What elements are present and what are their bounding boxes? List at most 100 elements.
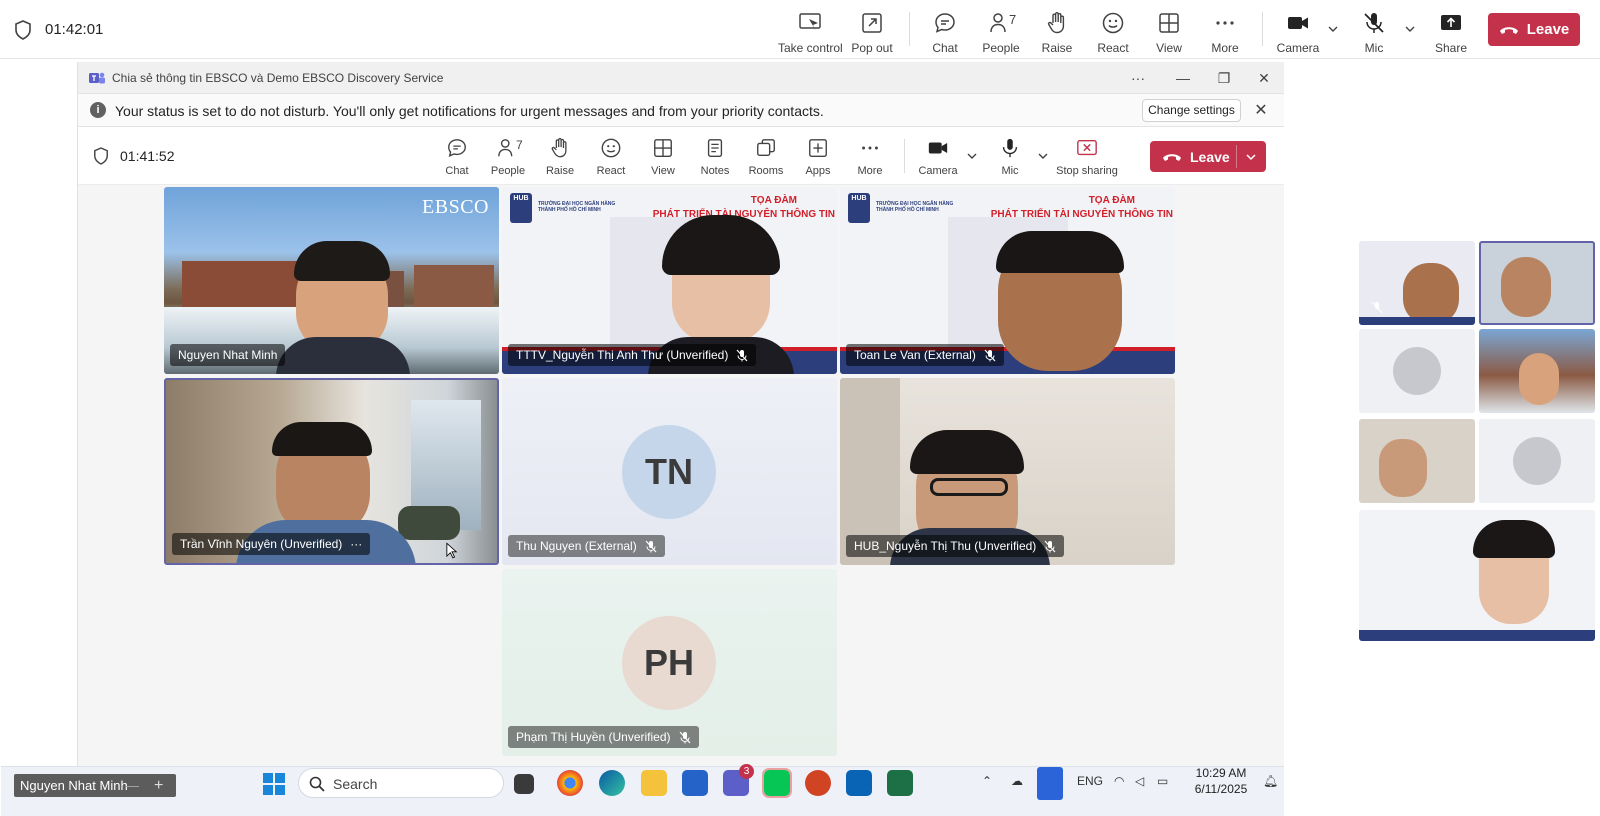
battery-icon[interactable]: ▭ bbox=[1157, 774, 1168, 788]
add-apps-icon bbox=[809, 139, 827, 157]
pop-out-icon bbox=[862, 13, 882, 33]
grid-view-icon bbox=[654, 139, 672, 157]
side-thumbnail-6[interactable] bbox=[1479, 419, 1595, 503]
mic-muted-icon bbox=[1364, 13, 1384, 33]
breakout-rooms-icon bbox=[757, 139, 775, 157]
share-button[interactable]: Share bbox=[1419, 8, 1483, 55]
leave-options-chevron-down-icon[interactable] bbox=[1244, 150, 1258, 164]
inner-notes-button[interactable]: Notes bbox=[687, 135, 743, 181]
window-minimize-button[interactable]: — bbox=[1169, 66, 1197, 90]
inner-mic-button[interactable]: Mic bbox=[982, 135, 1038, 181]
participant-name-label: HUB_Nguyễn Thị Thu (Unverified) bbox=[846, 535, 1065, 557]
window-maximize-button[interactable]: ❐ bbox=[1210, 66, 1238, 90]
taskbar-search-box[interactable]: Search bbox=[298, 768, 504, 798]
avatar: PH bbox=[622, 616, 716, 710]
tray-mic-active-icon[interactable] bbox=[1037, 767, 1063, 800]
teams-badge: 3 bbox=[739, 764, 754, 779]
inner-people-button[interactable]: 7 People bbox=[480, 135, 536, 181]
tray-chevron-up-icon[interactable]: ⌃ bbox=[982, 774, 992, 788]
teams-icon[interactable]: 3 bbox=[723, 764, 754, 796]
more-dots-icon bbox=[862, 146, 878, 150]
side-thumbnail-2[interactable] bbox=[1479, 241, 1595, 325]
window-title: Chia sẻ thông tin EBSCO và Demo EBSCO Di… bbox=[112, 71, 444, 85]
toolbar-divider bbox=[1262, 12, 1263, 46]
participant-tile-nguyen-nhat-minh[interactable]: EBSCO Nguyen Nhat Minh bbox=[164, 187, 499, 374]
inner-camera-button[interactable]: Camera bbox=[910, 135, 966, 181]
windows-start-icon[interactable] bbox=[263, 773, 285, 795]
language-indicator[interactable]: ENG bbox=[1077, 774, 1103, 788]
ebsco-logo: EBSCO bbox=[422, 196, 489, 218]
take-control-icon bbox=[799, 13, 821, 31]
people-button[interactable]: 7 People bbox=[969, 8, 1033, 55]
side-thumbnail-3[interactable] bbox=[1359, 329, 1475, 413]
inner-react-button[interactable]: React bbox=[583, 135, 639, 181]
store-icon[interactable] bbox=[682, 770, 708, 796]
window-close-button[interactable]: ✕ bbox=[1250, 66, 1278, 90]
inner-people-count: 7 bbox=[516, 138, 523, 152]
chat-icon bbox=[935, 13, 955, 33]
glasses bbox=[930, 478, 1008, 496]
video-grid: EBSCO Nguyen Nhat Minh HUB TRƯỜNG ĐẠI HỌC… bbox=[78, 185, 1284, 766]
raise-hand-button[interactable]: Raise bbox=[1025, 8, 1089, 55]
line-icon[interactable] bbox=[762, 768, 792, 798]
taskbar-clock[interactable]: 10:29 AM 6/11/2025 bbox=[1189, 765, 1253, 797]
inner-leave-button[interactable]: Leave bbox=[1150, 141, 1266, 172]
windows-taskbar: Nguyen Nhat Minh — + Search 3 ⌃ ☁ ENG ◠ ◁ … bbox=[1, 764, 1284, 816]
edge-icon[interactable] bbox=[599, 770, 625, 796]
inner-apps-button[interactable]: Apps bbox=[790, 135, 846, 181]
leave-button[interactable]: Leave bbox=[1488, 13, 1580, 46]
inner-chat-button[interactable]: Chat bbox=[429, 135, 485, 181]
cloud-icon[interactable]: ☁ bbox=[1011, 774, 1023, 788]
shield-icon bbox=[15, 20, 31, 40]
inner-rooms-button[interactable]: Rooms bbox=[738, 135, 794, 181]
change-settings-button[interactable]: Change settings bbox=[1142, 99, 1241, 122]
participant-more-options[interactable]: ··· bbox=[350, 533, 362, 555]
camera-button[interactable]: Camera bbox=[1266, 8, 1330, 55]
notes-icon bbox=[707, 139, 723, 157]
inner-more-button[interactable]: More bbox=[842, 135, 898, 181]
task-view-icon[interactable] bbox=[514, 774, 534, 794]
mic-button[interactable]: Mic bbox=[1342, 8, 1406, 55]
window-more-button[interactable]: ··· bbox=[1124, 66, 1152, 90]
participant-tile-anh-thu[interactable]: HUB TRƯỜNG ĐẠI HỌC NGÂN HÀNG THÀNH PHỐ HỒ… bbox=[502, 187, 837, 374]
info-icon: i bbox=[90, 102, 106, 118]
camera-icon bbox=[1288, 17, 1308, 29]
side-thumbnail-5[interactable] bbox=[1359, 419, 1475, 503]
powerpoint-icon[interactable] bbox=[805, 770, 831, 796]
excel-icon[interactable] bbox=[887, 770, 913, 796]
participant-tile-pham-thi-huyen[interactable]: PH Phạm Thị Huyền (Unverified) bbox=[502, 569, 837, 756]
wifi-icon[interactable]: ◠ bbox=[1114, 774, 1124, 788]
chrome-icon[interactable] bbox=[557, 770, 583, 796]
outlook-icon[interactable] bbox=[846, 770, 872, 796]
participant-tile-tran-vinh-nguyen[interactable]: Trần Vĩnh Nguyên (Unverified) ··· bbox=[164, 378, 499, 565]
side-shared-slide-thumbnail[interactable] bbox=[1359, 510, 1595, 641]
search-icon bbox=[309, 776, 325, 792]
react-button[interactable]: React bbox=[1081, 8, 1145, 55]
window-title-bar: Chia sẻ thông tin EBSCO và Demo EBSCO Di… bbox=[78, 62, 1284, 94]
inner-view-button[interactable]: View bbox=[635, 135, 691, 181]
mic-muted-icon bbox=[645, 540, 657, 552]
banner-close-icon[interactable]: ✕ bbox=[1251, 101, 1271, 121]
camera-options-chevron-down-icon[interactable] bbox=[1326, 22, 1340, 36]
mouse-cursor-icon bbox=[446, 542, 458, 559]
chat-button[interactable]: Chat bbox=[913, 8, 977, 55]
pop-out-button[interactable]: Pop out bbox=[840, 8, 904, 55]
inner-camera-chevron-down-icon[interactable] bbox=[965, 149, 979, 163]
side-thumbnail-1[interactable] bbox=[1359, 241, 1475, 325]
inner-mic-chevron-down-icon[interactable] bbox=[1036, 149, 1050, 163]
more-button[interactable]: More bbox=[1193, 8, 1257, 55]
volume-icon[interactable]: ◁ bbox=[1135, 774, 1144, 788]
camera-icon bbox=[928, 142, 948, 154]
notification-bell-icon[interactable]: 🔔︎ bbox=[1263, 774, 1278, 788]
side-thumbnail-4[interactable] bbox=[1479, 329, 1595, 413]
stop-sharing-button[interactable]: Stop sharing bbox=[1052, 135, 1122, 181]
file-explorer-icon[interactable] bbox=[641, 770, 667, 796]
participant-tile-thu-nguyen[interactable]: TN Thu Nguyen (External) bbox=[502, 378, 837, 565]
view-button[interactable]: View bbox=[1137, 8, 1201, 55]
take-control-button[interactable]: Take control bbox=[778, 8, 843, 55]
participant-tile-hub-nguyen-thi-thu[interactable]: HUB_Nguyễn Thị Thu (Unverified) bbox=[840, 378, 1175, 565]
participant-tile-toan-le-van[interactable]: HUB TRƯỜNG ĐẠI HỌC NGÂN HÀNG THÀNH PHỐ HỒ… bbox=[840, 187, 1175, 374]
teams-meeting-screen: 01:42:01 Take control Pop out Chat 7 Peo… bbox=[0, 0, 1600, 816]
inner-raise-button[interactable]: Raise bbox=[532, 135, 588, 181]
mic-options-chevron-down-icon[interactable] bbox=[1403, 22, 1417, 36]
